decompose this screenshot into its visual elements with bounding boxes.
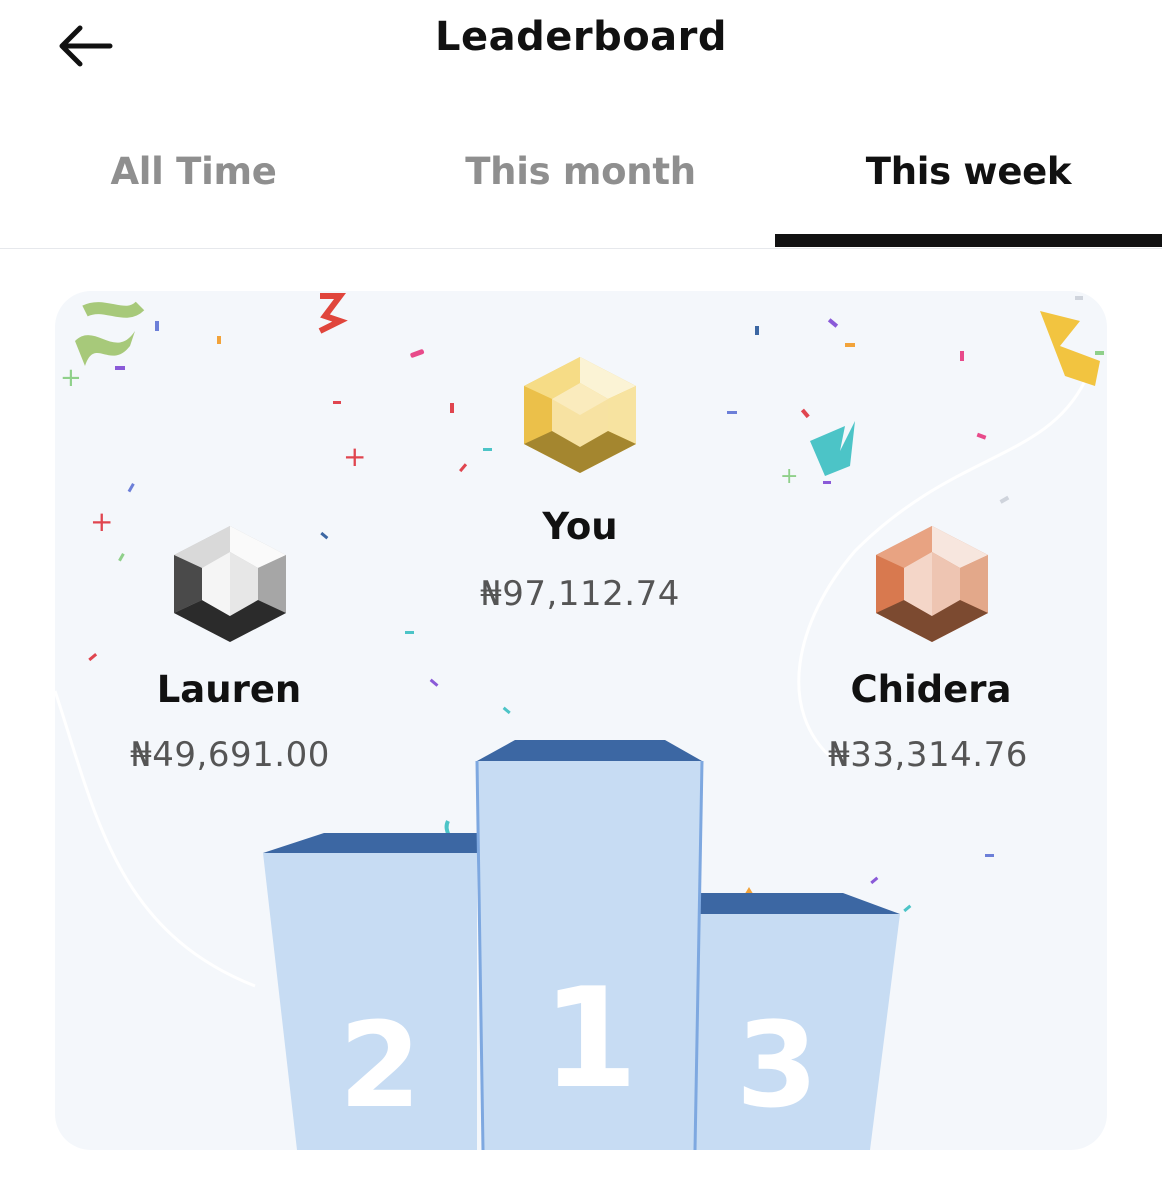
page-title: Leaderboard: [434, 14, 728, 60]
tab-all-time[interactable]: All Time: [0, 150, 387, 214]
period-tabs: All Time This month This week: [0, 120, 1162, 249]
svg-text:+: +: [343, 440, 366, 473]
active-tab-indicator: [775, 234, 1162, 247]
podium-rank-1: 1: [542, 958, 638, 1119]
svg-text:+: +: [780, 464, 798, 489]
podium-scene: + + + + 2 3 1: [55, 293, 1104, 1150]
svg-text:+: +: [90, 505, 113, 538]
gold-gem-icon: [524, 357, 636, 473]
podium-block-second: 2: [263, 833, 477, 1150]
third-place-amount: ₦33,314.76: [828, 735, 1028, 775]
header-bar: Leaderboard: [0, 0, 1162, 90]
first-place-name: You: [542, 505, 618, 548]
third-place-name: Chidera: [850, 668, 1012, 711]
second-place-name: Lauren: [156, 668, 302, 711]
tab-this-week[interactable]: This week: [775, 150, 1162, 214]
podium-block-first: 1: [475, 740, 704, 1150]
svg-text:+: +: [60, 363, 82, 393]
bronze-gem-icon: [876, 526, 988, 642]
first-place-amount: ₦97,112.74: [480, 574, 680, 614]
podium-rank-3: 3: [736, 996, 818, 1134]
podium-block-third: 3: [695, 893, 900, 1150]
silver-gem-icon: [174, 526, 286, 642]
tab-this-month[interactable]: This month: [387, 150, 774, 214]
podium-rank-2: 2: [339, 996, 421, 1134]
podium-card: + + + + 2 3 1 You ₦97,112.74 Lauren ₦49,…: [55, 291, 1107, 1150]
second-place-amount: ₦49,691.00: [130, 735, 330, 775]
